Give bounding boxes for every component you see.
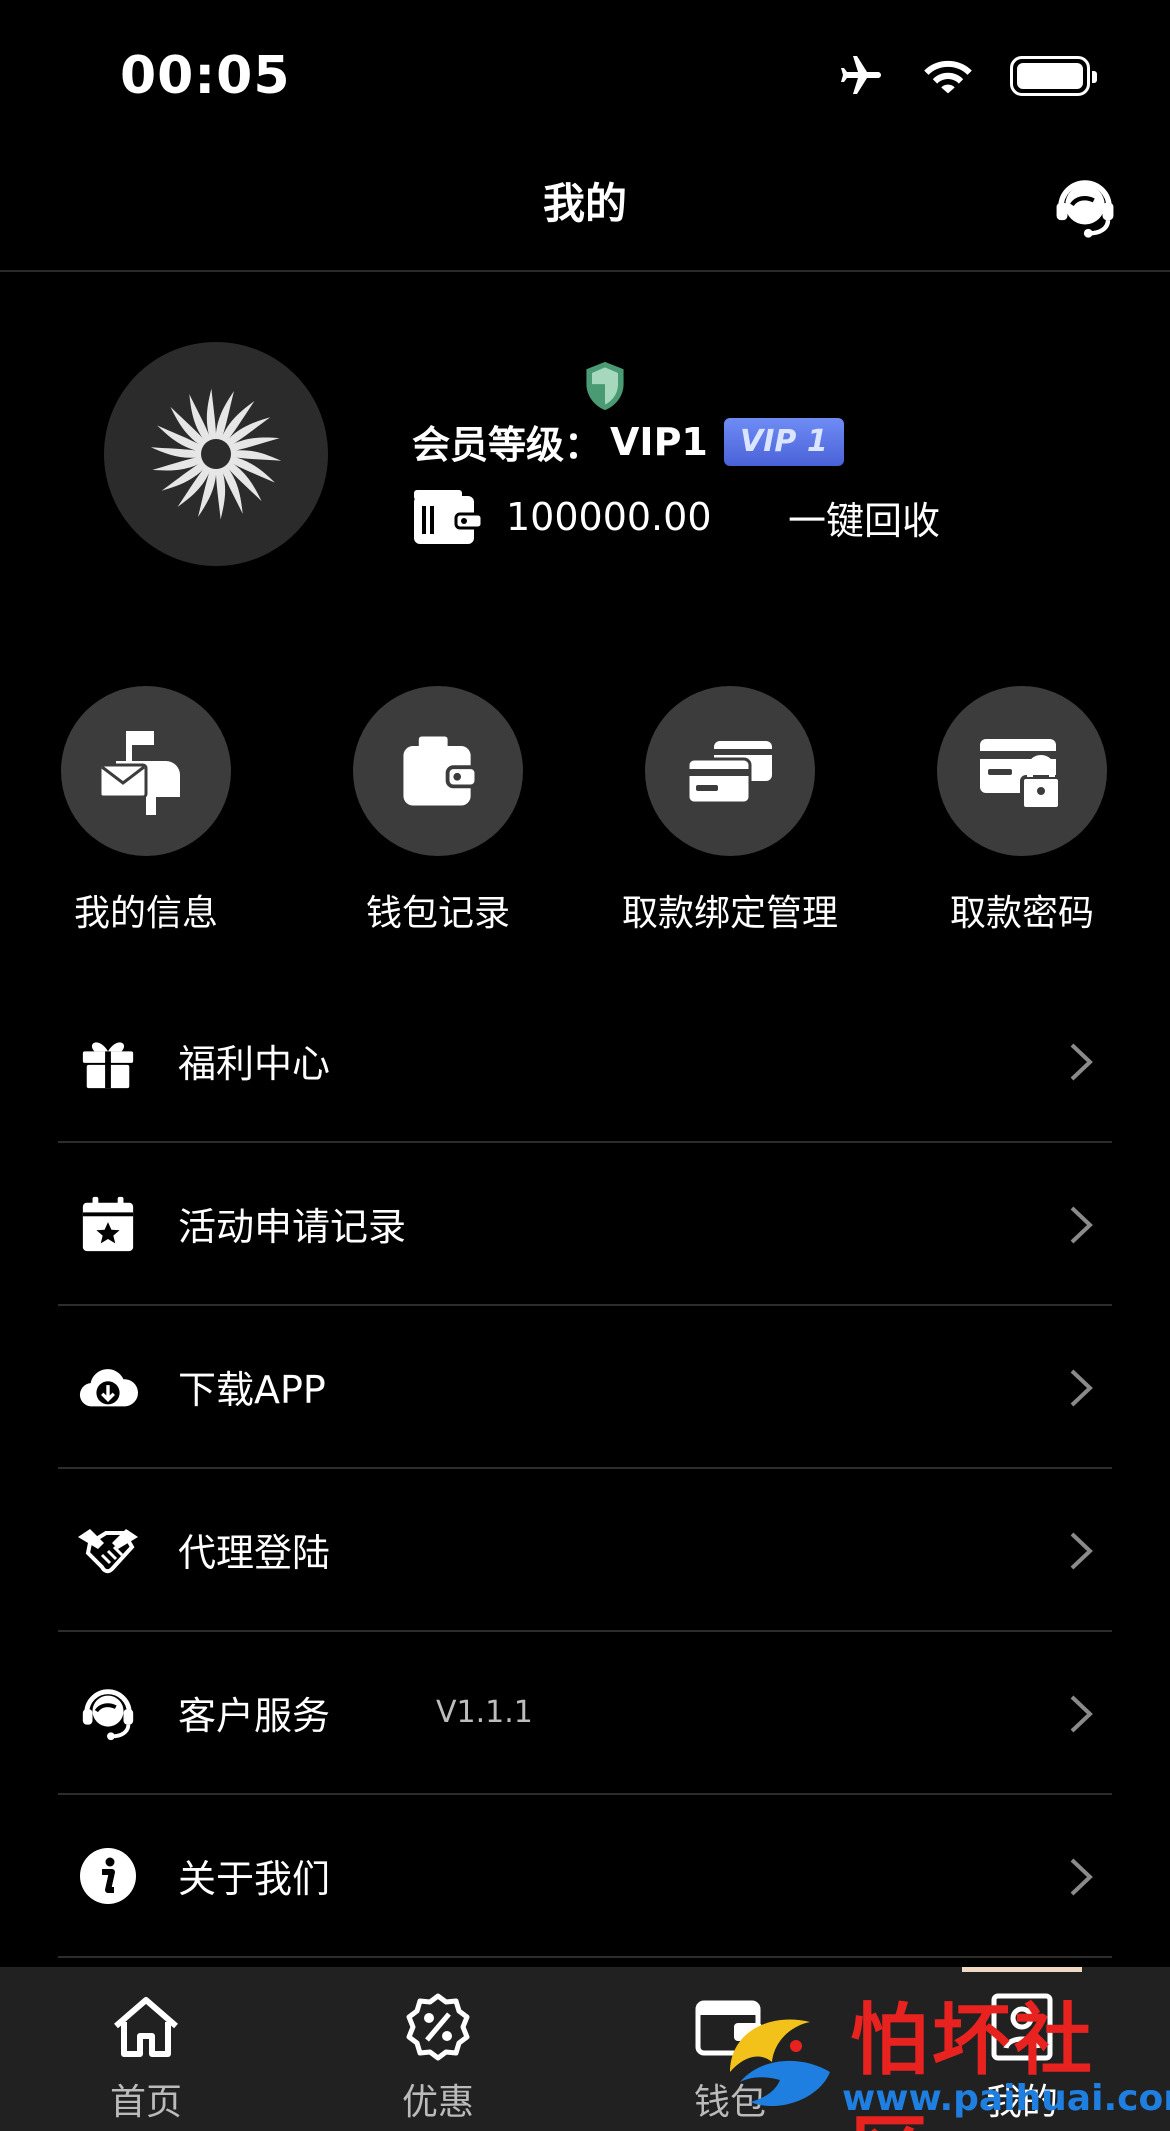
tab-label: 首页 bbox=[109, 2082, 182, 2123]
chevron-right-icon bbox=[1070, 1369, 1093, 1407]
handshake-icon bbox=[78, 1528, 138, 1573]
menu-item-about-us[interactable]: 关于我们 bbox=[58, 1795, 1112, 1958]
calendar-star-icon bbox=[82, 1196, 134, 1251]
quick-action-label: 取款绑定管理 bbox=[621, 893, 838, 934]
quick-action-wallet-records[interactable]: 钱包记录 bbox=[292, 686, 584, 936]
menu-item-agent-login[interactable]: 代理登陆 bbox=[58, 1469, 1112, 1632]
chevron-right-icon bbox=[1070, 1695, 1093, 1733]
chevron-right-icon bbox=[1070, 1206, 1093, 1244]
battery-icon bbox=[1010, 56, 1097, 96]
watermark-url: www.paihuai.com bbox=[842, 2078, 1170, 2119]
quick-action-label: 取款密码 bbox=[949, 893, 1094, 934]
chevron-right-icon bbox=[1070, 1858, 1093, 1896]
discount-icon bbox=[406, 1993, 470, 2061]
sunburst-avatar-icon bbox=[150, 388, 282, 520]
info-icon bbox=[80, 1847, 136, 1904]
balance-amount: 100000.00 bbox=[506, 495, 712, 539]
balance-row: 100000.00 bbox=[412, 488, 712, 546]
tab-label: 优惠 bbox=[401, 2082, 474, 2123]
tab-home[interactable]: 首页 bbox=[0, 1967, 292, 2131]
headset-icon[interactable] bbox=[1050, 172, 1120, 242]
status-time: 00:05 bbox=[120, 46, 291, 106]
mailbox-icon bbox=[98, 731, 180, 815]
wifi-icon bbox=[924, 60, 972, 94]
menu-item-label: 代理登陆 bbox=[178, 1531, 331, 1575]
menu-item-customer-service[interactable]: 客户服务 V1.1.1 bbox=[58, 1632, 1112, 1795]
tab-offers[interactable]: 优惠 bbox=[292, 1967, 584, 2131]
menu-item-welfare-center[interactable]: 福利中心 bbox=[58, 980, 1112, 1143]
page-title: 我的 bbox=[542, 179, 627, 228]
headset-icon bbox=[82, 1688, 134, 1740]
wallet-balance-icon bbox=[414, 490, 482, 544]
vip-label: 会员等级： bbox=[412, 423, 603, 467]
one-click-recycle-button[interactable]: 一键回收 bbox=[788, 490, 940, 545]
watermark-logo-icon bbox=[730, 2019, 830, 2107]
menu-item-label: 活动申请记录 bbox=[178, 1205, 407, 1249]
quick-action-label: 我的信息 bbox=[73, 893, 218, 934]
quick-action-label: 钱包记录 bbox=[365, 893, 510, 934]
quick-action-my-info[interactable]: 我的信息 bbox=[0, 686, 292, 936]
card-lock-icon bbox=[980, 739, 1062, 811]
chevron-right-icon bbox=[1070, 1532, 1093, 1570]
menu-item-label: 客户服务 bbox=[178, 1694, 331, 1738]
menu-list: 福利中心 活动申请记录 下载APP 代理登陆 客户服务 V1.1.1 关于我们 bbox=[58, 980, 1112, 1958]
status-bar: 00:05 bbox=[0, 0, 1170, 150]
watermark: 怕坏社区 www.paihuai.com bbox=[700, 1966, 1170, 2131]
home-icon bbox=[114, 1997, 178, 2057]
status-icons bbox=[836, 52, 1097, 100]
vip-level: VIP1 bbox=[610, 419, 708, 464]
menu-item-download-app[interactable]: 下载APP bbox=[58, 1306, 1112, 1469]
wallet-icon bbox=[403, 736, 479, 806]
quick-actions: 我的信息 钱包记录 取款绑定管理 取款密码 bbox=[0, 686, 1170, 946]
menu-item-activity-records[interactable]: 活动申请记录 bbox=[58, 1143, 1112, 1306]
menu-item-label: 下载APP bbox=[178, 1368, 326, 1412]
vip-badge: VIP 1 bbox=[723, 417, 844, 466]
cloud-download-icon bbox=[79, 1368, 138, 1406]
quick-action-withdraw-password[interactable]: 取款密码 bbox=[876, 686, 1168, 936]
vip-row: 会员等级： VIP1 VIP 1 bbox=[412, 414, 844, 469]
cards-icon bbox=[686, 741, 772, 805]
app-version: V1.1.1 bbox=[436, 1695, 533, 1730]
avatar[interactable] bbox=[104, 342, 328, 566]
menu-item-label: 福利中心 bbox=[178, 1042, 331, 1086]
quick-action-withdraw-binding[interactable]: 取款绑定管理 bbox=[584, 686, 876, 936]
chevron-right-icon bbox=[1070, 1043, 1093, 1081]
gift-icon bbox=[82, 1041, 134, 1088]
menu-item-label: 关于我们 bbox=[178, 1857, 331, 1901]
shield-icon bbox=[586, 361, 624, 411]
airplane-icon bbox=[841, 56, 881, 94]
page-header: 我的 bbox=[0, 150, 1170, 272]
